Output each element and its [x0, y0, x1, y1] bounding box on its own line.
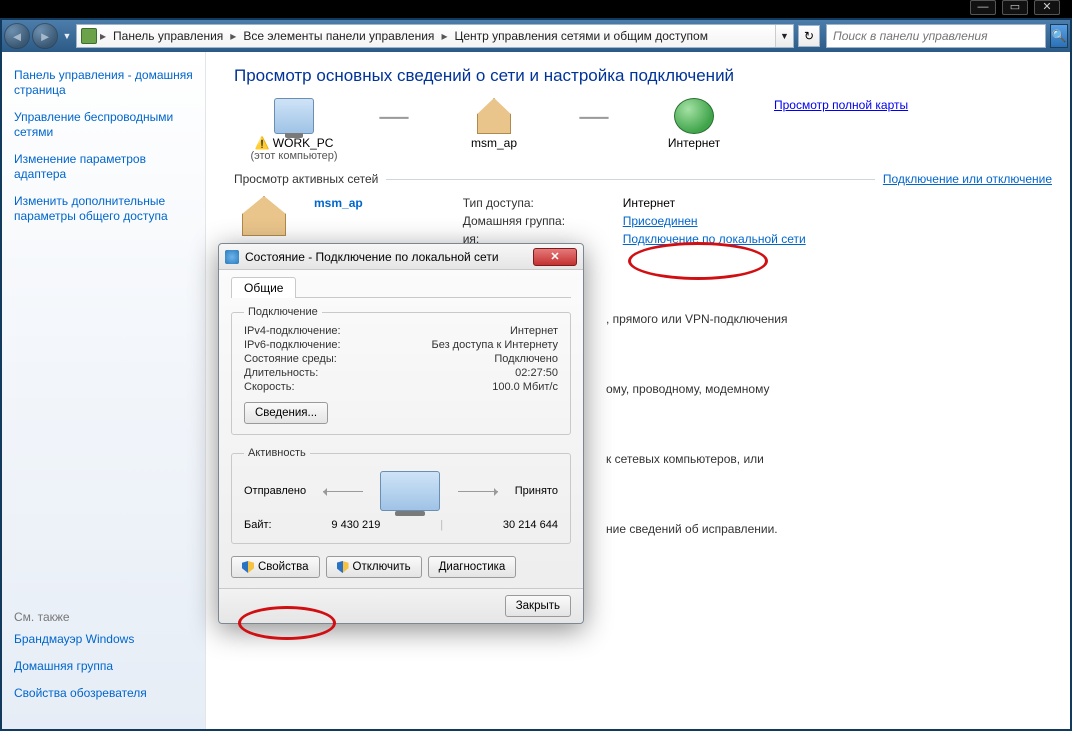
connection-group: Подключение IPv4-подключение: Интернет IP…	[231, 306, 571, 435]
shield-icon	[337, 561, 349, 573]
media-state-value: Подключено	[494, 353, 558, 365]
arrow-right-icon	[458, 491, 498, 492]
page-title: Просмотр основных сведений о сети и наст…	[234, 66, 1052, 86]
tab-general[interactable]: Общие	[231, 277, 296, 298]
seealso-header: См. также	[14, 610, 193, 624]
house-icon	[242, 196, 286, 236]
dialog-titlebar[interactable]: Состояние - Подключение по локальной сет…	[219, 244, 583, 270]
disable-button[interactable]: Отключить	[326, 556, 422, 578]
active-networks-header: Просмотр активных сетей	[234, 172, 378, 186]
globe-icon	[674, 98, 714, 134]
speed-value: 100.0 Мбит/с	[492, 381, 558, 393]
node-net-label: msm_ap	[434, 136, 554, 150]
node-inet-label: Интернет	[634, 136, 754, 150]
sidebar-link-wireless[interactable]: Управление беспроводными сетями	[14, 110, 193, 140]
refresh-button[interactable]: ↻	[798, 25, 820, 47]
outer-minimize-button[interactable]: —	[970, 0, 996, 15]
node-pc-label: ⚠️ WORK_PC	[234, 136, 354, 150]
ipv4-value: Интернет	[510, 325, 558, 337]
search-go-button[interactable]: 🔍	[1050, 24, 1068, 48]
nav-forward-button[interactable]: ►	[32, 23, 58, 49]
dialog-close-footer-button[interactable]: Закрыть	[505, 595, 571, 617]
view-full-map-link[interactable]: Просмотр полной карты	[774, 98, 908, 162]
outer-maximize-button[interactable]: ▭	[1002, 0, 1028, 15]
dialog-close-button[interactable]: ✕	[533, 248, 577, 266]
activity-group: Активность Отправлено Принято Байт: 9 43…	[231, 447, 571, 544]
ipv4-label: IPv4-подключение:	[244, 325, 341, 337]
sent-label: Отправлено	[244, 485, 306, 497]
search-input[interactable]	[831, 28, 1041, 44]
seealso-link-homegroup[interactable]: Домашняя группа	[14, 659, 193, 674]
access-type-value: Интернет	[623, 196, 863, 210]
arrow-left-icon	[323, 491, 363, 492]
search-box[interactable]	[826, 24, 1046, 48]
bytes-sent-value: 9 430 219	[331, 519, 380, 531]
duration-value: 02:27:50	[515, 367, 558, 379]
map-connector: ━━━━	[554, 98, 634, 138]
lan-connection-link[interactable]: Подключение по локальной сети	[623, 232, 863, 246]
breadcrumb-item[interactable]: Центр управления сетями и общим доступом	[448, 25, 714, 47]
house-icon	[477, 98, 511, 134]
connection-group-label: Подключение	[244, 306, 322, 318]
bg-text-fragment: ому, проводному, модемному	[606, 382, 769, 396]
nav-history-dropdown[interactable]: ▼	[60, 23, 74, 49]
sidebar-link-sharing[interactable]: Изменить дополнительные параметры общего…	[14, 194, 193, 224]
duration-label: Длительность:	[244, 367, 318, 379]
breadcrumb-item[interactable]: Панель управления	[107, 25, 229, 47]
bytes-recv-value: 30 214 644	[503, 519, 558, 531]
media-state-label: Состояние среды:	[244, 353, 337, 365]
sidebar-home-link[interactable]: Панель управления - домашняя страница	[14, 68, 193, 98]
status-dialog: Состояние - Подключение по локальной сет…	[218, 243, 584, 624]
map-connector: ━━━━	[354, 98, 434, 138]
sidebar-link-adapter[interactable]: Изменение параметров адаптера	[14, 152, 193, 182]
outer-close-button[interactable]: ✕	[1034, 0, 1060, 15]
warning-icon: ⚠️	[255, 136, 270, 150]
computer-icon	[274, 98, 314, 134]
speed-label: Скорость:	[244, 381, 295, 393]
bg-text-fragment: к сетевых компьютеров, или	[606, 452, 764, 466]
ipv6-value: Без доступа к Интернету	[431, 339, 558, 351]
bg-text-fragment: ние сведений об исправлении.	[606, 522, 778, 536]
computers-icon	[380, 471, 440, 511]
sidebar: Панель управления - домашняя страница Уп…	[2, 52, 206, 729]
bg-text-fragment: , прямого или VPN-подключения	[606, 312, 787, 326]
network-map: ⚠️ WORK_PC (этот компьютер) ━━━━ msm_ap …	[234, 98, 754, 162]
bytes-label: Байт:	[244, 519, 272, 531]
homegroup-value-link[interactable]: Присоединен	[623, 214, 863, 228]
breadcrumb-item[interactable]: Все элементы панели управления	[237, 25, 440, 47]
ipv6-label: IPv6-подключение:	[244, 339, 341, 351]
diagnose-button[interactable]: Диагностика	[428, 556, 517, 578]
properties-button[interactable]: Свойства	[231, 556, 320, 578]
homegroup-label: Домашняя группа:	[463, 214, 623, 228]
nav-back-button[interactable]: ◄	[4, 23, 30, 49]
seealso-link-firewall[interactable]: Брандмауэр Windows	[14, 632, 193, 647]
outer-window-chrome: — ▭ ✕	[0, 0, 1072, 18]
explorer-toolbar: ◄ ► ▼ ▸ Панель управления ▸ Все элементы…	[2, 20, 1070, 52]
recv-label: Принято	[515, 485, 558, 497]
connect-disconnect-link[interactable]: Подключение или отключение	[883, 172, 1052, 186]
control-panel-icon	[81, 28, 97, 44]
dialog-title: Состояние - Подключение по локальной сет…	[245, 250, 533, 264]
node-pc-sublabel: (этот компьютер)	[234, 150, 354, 162]
seealso-link-ie-options[interactable]: Свойства обозревателя	[14, 686, 193, 701]
address-bar[interactable]: ▸ Панель управления ▸ Все элементы панел…	[76, 24, 794, 48]
shield-icon	[242, 561, 254, 573]
activity-group-label: Активность	[244, 447, 310, 459]
access-type-label: Тип доступа:	[463, 196, 623, 210]
address-dropdown-button[interactable]: ▼	[775, 25, 793, 47]
network-icon	[225, 250, 239, 264]
details-button[interactable]: Сведения...	[244, 402, 328, 424]
active-network-name[interactable]: msm_ap	[314, 196, 363, 210]
